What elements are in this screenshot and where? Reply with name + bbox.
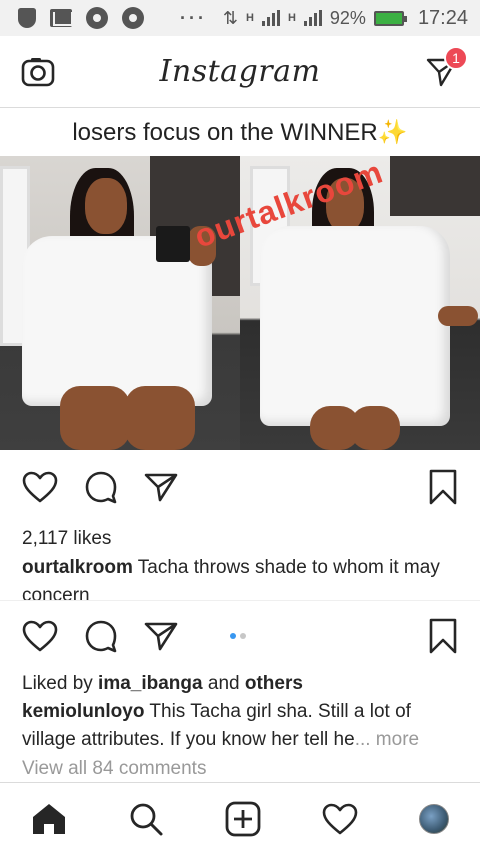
- share-icon[interactable]: [144, 472, 178, 502]
- data-transfer-icon: ⇅: [222, 7, 238, 28]
- like-heart-icon-2[interactable]: [22, 620, 58, 652]
- profile-avatar[interactable]: [419, 803, 450, 834]
- gmail-icon: [50, 9, 73, 27]
- likes-count[interactable]: 2,117 likes: [0, 524, 480, 554]
- search-icon[interactable]: [128, 801, 164, 837]
- comment-icon[interactable]: [84, 470, 118, 504]
- direct-messages-button[interactable]: 1: [422, 45, 468, 92]
- photo-left-panel: [0, 156, 240, 450]
- save-bookmark-icon[interactable]: [428, 469, 458, 505]
- status-right: ⇅ H H 92% 17:24: [223, 7, 468, 30]
- post-actions: [0, 450, 480, 524]
- view-all-comments[interactable]: View all 84 comments: [0, 754, 480, 784]
- next-post-actions: [0, 600, 480, 670]
- app-header: Instagram 1: [0, 36, 480, 108]
- signal-icon-2: [303, 10, 322, 26]
- comment-username[interactable]: kemiolunloyo: [22, 701, 144, 722]
- notification-badge: 1: [444, 45, 468, 70]
- post-banner-text: losers focus on the WINNER✨: [72, 118, 408, 146]
- instagram-logo[interactable]: Instagram: [160, 54, 321, 89]
- aperture-icon: [86, 7, 108, 29]
- comment: kemiolunloyo This Tacha girl sha. Still …: [0, 698, 480, 754]
- liked-by-others[interactable]: others: [245, 673, 303, 694]
- camera-button[interactable]: [18, 52, 58, 92]
- home-icon[interactable]: [31, 802, 67, 836]
- clock: 17:24: [417, 6, 468, 29]
- camera-icon: [21, 57, 55, 86]
- save-bookmark-icon-2[interactable]: [428, 618, 458, 654]
- carousel-dot-active: [230, 632, 236, 639]
- network-type-1: H: [246, 12, 254, 24]
- more-notifications-icon: ···: [180, 7, 207, 28]
- liked-by: Liked by ima_ibanga and others: [0, 670, 480, 698]
- activity-heart-icon[interactable]: [322, 803, 358, 835]
- more-link[interactable]: ... more: [355, 729, 419, 750]
- comment-icon-2[interactable]: [84, 619, 118, 653]
- post-caption: ourtalkroom Tacha throws shade to whom i…: [0, 554, 480, 600]
- caption-username[interactable]: ourtalkroom: [22, 557, 133, 578]
- new-post-icon[interactable]: [225, 801, 261, 837]
- post-photo[interactable]: ourtalkroom: [0, 156, 480, 450]
- aperture-icon-2: [122, 7, 144, 29]
- network-type-2: H: [287, 12, 296, 24]
- shield-icon: [18, 8, 36, 28]
- bottom-nav: [0, 782, 480, 854]
- share-icon-2[interactable]: [144, 621, 178, 651]
- signal-icon-1: [261, 10, 280, 26]
- status-bar: ··· ⇅ H H 92% 17:24: [0, 0, 480, 36]
- liked-by-prefix: Liked by: [22, 673, 99, 694]
- carousel-indicator: [230, 632, 246, 639]
- carousel-dot: [240, 632, 246, 639]
- liked-by-user[interactable]: ima_ibanga: [98, 673, 203, 694]
- battery-icon: [373, 10, 407, 26]
- battery-percent: 92%: [329, 7, 366, 28]
- status-left: ···: [18, 7, 207, 29]
- liked-by-mid: and: [202, 673, 245, 694]
- like-heart-icon[interactable]: [22, 471, 58, 503]
